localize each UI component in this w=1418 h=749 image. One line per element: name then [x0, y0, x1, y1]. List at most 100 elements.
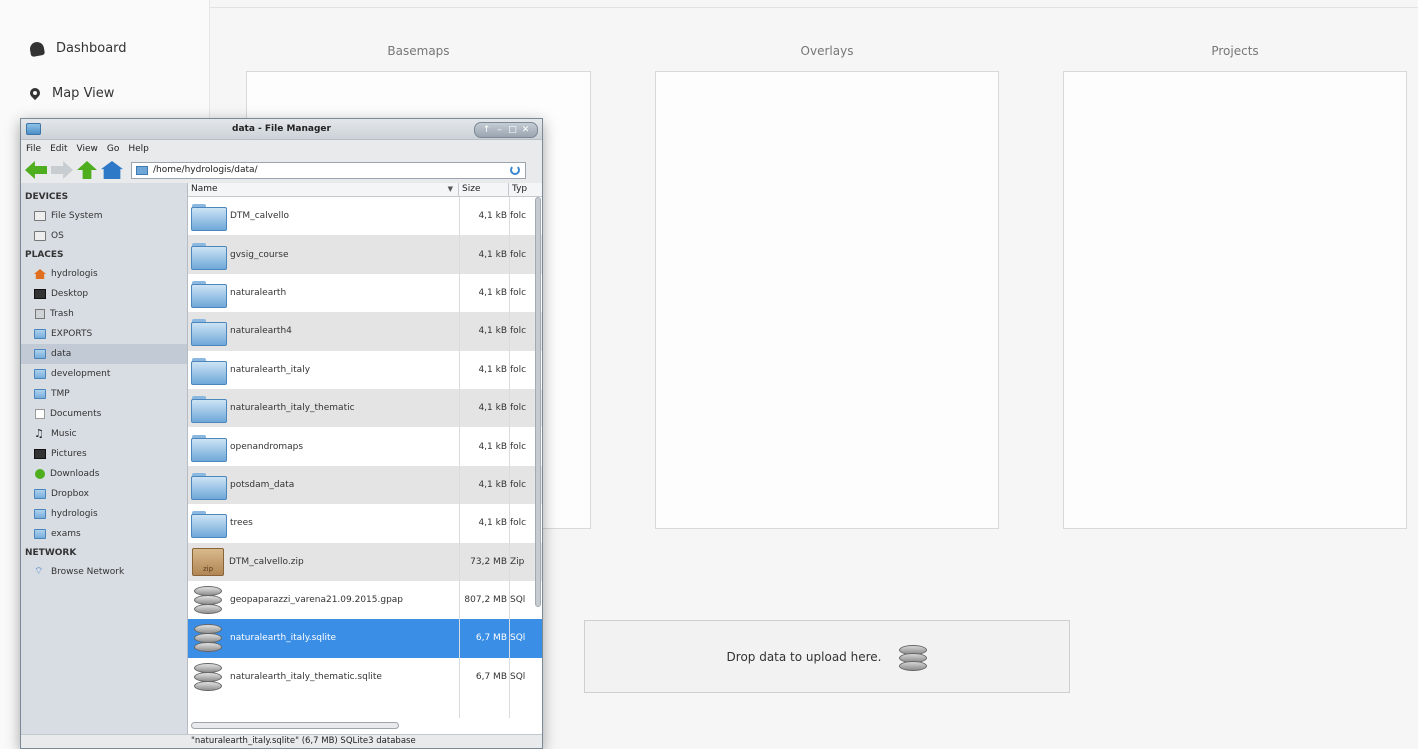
minimize-button[interactable]: – — [494, 124, 505, 136]
column-header-name[interactable]: Name ▼ — [188, 183, 459, 196]
file-row[interactable]: trees 4,1 kB folc — [188, 504, 542, 542]
file-row[interactable]: naturalearth 4,1 kB folc — [188, 274, 542, 312]
file-name: naturalearth_italy.sqlite — [230, 633, 337, 644]
path-field[interactable]: /home/hydrologis/data/ — [131, 161, 526, 179]
file-size: 4,1 kB — [478, 287, 507, 298]
file-name-cell: openandromaps — [188, 434, 459, 462]
window-titlebar[interactable]: data - File Manager ↑ – □ ✕ — [21, 119, 542, 140]
drop-zone-text: Drop data to upload here. — [726, 649, 882, 664]
place-browse-network[interactable]: ⌔ Browse Network — [21, 562, 187, 582]
place-hydrologis-home[interactable]: hydrologis — [21, 264, 187, 284]
file-row[interactable]: naturalearth_italy_thematic 4,1 kB folc — [188, 388, 542, 428]
window-title: data - File Manager — [232, 124, 331, 134]
file-row[interactable]: naturalearth_italy 4,1 kB folc — [188, 351, 542, 389]
top-bar — [210, 0, 1418, 8]
drop-zone[interactable]: Drop data to upload here. — [584, 620, 1070, 693]
place-documents[interactable]: Documents — [21, 404, 187, 424]
toolbar: /home/hydrologis/data/ — [21, 158, 542, 182]
place-music[interactable]: ♫ Music — [21, 424, 187, 444]
folder-icon — [191, 434, 227, 462]
refresh-icon[interactable] — [510, 164, 520, 175]
projects-panel[interactable] — [1063, 71, 1407, 529]
horizontal-scrollbar[interactable] — [191, 722, 399, 729]
database-upload-icon — [899, 641, 928, 673]
file-size: 4,1 kB — [478, 479, 507, 490]
nav-item-map-view[interactable]: Map View — [30, 86, 114, 101]
file-manager-body: DEVICES File System OS PLACES hydrologis… — [21, 183, 542, 736]
drive-icon — [34, 211, 46, 221]
file-size: 6,7 MB — [475, 633, 507, 644]
database-icon — [194, 661, 222, 693]
place-development[interactable]: development — [21, 364, 187, 384]
menu-help[interactable]: Help — [128, 144, 149, 154]
file-name: DTM_calvello — [230, 211, 290, 222]
file-row[interactable]: naturalearth_italy_thematic.sqlite 6,7 MB… — [188, 658, 542, 696]
file-list[interactable]: Name ▼ Size Typ DTM_calvello 4,1 kB folc gv… — [188, 183, 542, 736]
file-row[interactable]: naturalearth4 4,1 kB folc — [188, 312, 542, 351]
column-header-size[interactable]: Size — [459, 183, 509, 196]
overlays-panel[interactable] — [655, 71, 999, 529]
back-arrow-icon[interactable] — [25, 161, 47, 179]
file-row[interactable]: naturalearth_italy.sqlite 6,7 MB SQl — [188, 619, 542, 658]
folder-icon — [34, 529, 46, 539]
place-dropbox[interactable]: Dropbox — [21, 484, 187, 504]
home-icon[interactable] — [101, 161, 123, 179]
file-name-cell: DTM_calvello — [188, 203, 459, 232]
place-desktop[interactable]: Desktop — [21, 284, 187, 304]
place-exports[interactable]: EXPORTS — [21, 324, 187, 344]
file-size: 4,1 kB — [478, 518, 507, 529]
folder-icon — [34, 509, 46, 519]
place-tmp[interactable]: TMP — [21, 384, 187, 404]
column-header-type[interactable]: Typ — [509, 183, 542, 196]
dashboard-icon — [28, 40, 46, 57]
file-name-cell: trees — [188, 510, 459, 539]
up-arrow-icon[interactable] — [77, 161, 97, 179]
file-row[interactable]: DTM_calvello 4,1 kB folc — [188, 197, 542, 235]
place-downloads[interactable]: Downloads — [21, 464, 187, 484]
close-button[interactable]: ✕ — [520, 124, 531, 136]
nav-item-dashboard[interactable]: Dashboard — [28, 40, 127, 57]
place-label: Desktop — [51, 289, 89, 299]
file-size: 4,1 kB — [478, 403, 507, 414]
device-os[interactable]: OS — [21, 226, 187, 246]
place-pictures[interactable]: Pictures — [21, 444, 187, 464]
file-name-cell: potsdam_data — [188, 472, 459, 500]
menu-edit[interactable]: Edit — [50, 144, 67, 154]
folder-icon — [191, 510, 227, 539]
shade-button[interactable]: ↑ — [481, 124, 492, 136]
folder-icon — [191, 242, 227, 270]
place-data[interactable]: data — [21, 344, 187, 364]
folder-icon — [191, 357, 227, 385]
file-row[interactable]: geopaparazzi_varena21.09.2015.gpap 807,2 … — [188, 581, 542, 619]
file-name-cell: naturalearth4 — [188, 318, 459, 347]
place-trash[interactable]: Trash — [21, 304, 187, 324]
menu-go[interactable]: Go — [107, 144, 119, 154]
status-bar: "naturalearth_italy.sqlite" (6,7 MB) SQL… — [21, 734, 542, 748]
file-type: SQl — [510, 671, 526, 682]
vertical-scrollbar[interactable] — [535, 197, 541, 607]
file-manager-window[interactable]: data - File Manager ↑ – □ ✕ File Edit Vi… — [20, 118, 543, 749]
place-label: Dropbox — [51, 489, 89, 499]
menu-file[interactable]: File — [26, 144, 41, 154]
place-hydrologis[interactable]: hydrologis — [21, 504, 187, 524]
file-name: naturalearth_italy_thematic.sqlite — [230, 671, 382, 682]
menu-view[interactable]: View — [77, 144, 98, 154]
folder-icon — [191, 203, 227, 232]
section-places: PLACES — [25, 250, 64, 260]
place-label: hydrologis — [51, 509, 98, 519]
file-name-cell: naturalearth_italy_thematic — [188, 395, 459, 424]
file-row[interactable]: gvsig_course 4,1 kB folc — [188, 235, 542, 274]
nav-item-label: Dashboard — [56, 41, 127, 56]
folder-icon — [136, 165, 148, 175]
file-row[interactable]: zip DTM_calvello.zip 73,2 MB Zip — [188, 542, 542, 581]
file-row[interactable]: potsdam_data 4,1 kB folc — [188, 465, 542, 505]
maximize-button[interactable]: □ — [507, 124, 518, 136]
file-name: openandromaps — [230, 441, 304, 452]
folder-icon — [191, 318, 227, 347]
file-name-cell: naturalearth_italy_thematic.sqlite — [188, 661, 459, 693]
place-exams[interactable]: exams — [21, 524, 187, 544]
device-file-system[interactable]: File System — [21, 206, 187, 226]
file-row[interactable]: openandromaps 4,1 kB folc — [188, 427, 542, 465]
forward-arrow-icon[interactable] — [51, 161, 73, 179]
download-icon — [35, 469, 45, 479]
